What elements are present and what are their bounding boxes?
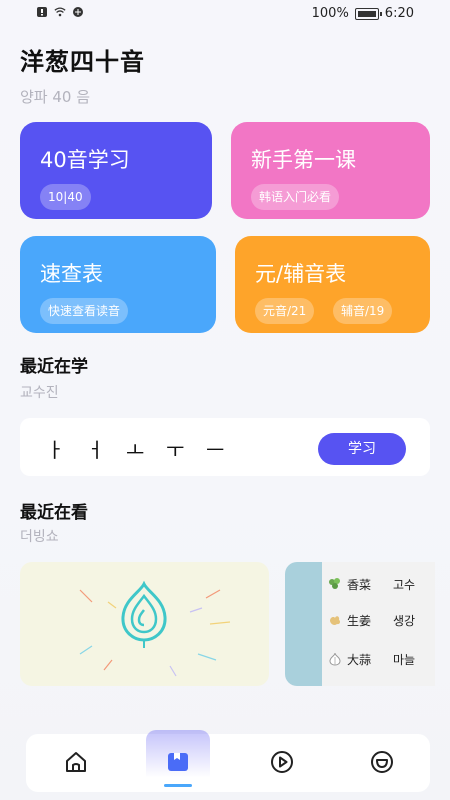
vocab-row: 大蒜 마늘 xyxy=(327,648,435,670)
card-title: 新手第一课 xyxy=(251,148,356,172)
consonant-count-chip: 辅音/19 xyxy=(333,298,393,324)
card-first-lesson[interactable]: 新手第一课 韩语入门必看 xyxy=(231,122,430,219)
smile-icon[interactable] xyxy=(368,748,396,776)
recent-watch-subtitle: 더빙쇼 xyxy=(20,529,59,545)
card-title: 40音学习 xyxy=(40,148,130,172)
study-button[interactable]: 学习 xyxy=(318,433,406,465)
card-quick-lookup[interactable]: 速查表 快速查看读音 xyxy=(20,236,216,333)
play-icon[interactable] xyxy=(268,748,296,776)
vocab-kr: 생강 xyxy=(393,613,416,628)
glyph: ㅜ xyxy=(166,438,185,462)
coriander-icon xyxy=(329,578,340,589)
vocab-row: 香菜 고수 xyxy=(327,573,435,595)
card-40-sounds[interactable]: 40音学习 10|40 xyxy=(20,122,212,219)
garlic-icon xyxy=(329,652,341,666)
recent-study-title: 最近在学 xyxy=(20,357,88,377)
bottom-tabbar xyxy=(26,730,430,792)
recent-glyphs: ㅏ ㅓ ㅗ ㅜ ㅡ xyxy=(46,434,225,463)
wifi-icon xyxy=(54,7,66,17)
recent-study-subtitle: 교수진 xyxy=(20,385,59,401)
status-right: 100% 6:20 xyxy=(312,6,414,21)
battery-icon xyxy=(354,7,382,20)
ginger-icon xyxy=(330,616,341,625)
vocab-cn: 大蒜 xyxy=(347,652,372,667)
active-tab-indicator xyxy=(164,784,192,787)
vocab-cn: 香菜 xyxy=(347,577,372,592)
vowel-count-chip: 元音/21 xyxy=(255,298,315,324)
page-title: 洋葱四十音 xyxy=(20,48,145,76)
home-icon[interactable] xyxy=(62,748,90,776)
recent-study-card[interactable]: ㅏ ㅓ ㅗ ㅜ ㅡ 学习 xyxy=(20,418,430,476)
battery-percent: 100% xyxy=(311,6,349,21)
glyph: ㅏ xyxy=(46,438,65,462)
progress-chip: 10|40 xyxy=(40,184,91,210)
page-subtitle: 양파 40 음 xyxy=(20,88,91,106)
video-thumbnail[interactable] xyxy=(20,562,269,686)
vocab-card[interactable]: 香菜 고수 生姜 생강 大蒜 마늘 xyxy=(285,562,435,686)
notification-icon xyxy=(37,7,47,17)
book-icon[interactable] xyxy=(164,748,192,776)
clock: 6:20 xyxy=(384,6,414,21)
card-chip: 快速查看读音 xyxy=(40,298,129,324)
status-bar: 100% 6:20 xyxy=(0,0,450,28)
app-notification-icon xyxy=(73,7,83,17)
recent-watch-title: 最近在看 xyxy=(20,503,88,523)
status-left xyxy=(36,6,84,18)
glyph: ㅗ xyxy=(126,438,145,462)
onion-logo-icon xyxy=(79,580,231,677)
vocab-row: 生姜 생강 xyxy=(327,609,435,631)
vocab-kr: 마늘 xyxy=(393,652,416,667)
card-chip: 韩语入门必看 xyxy=(251,184,340,210)
card-vowel-consonant-table[interactable]: 元/辅音表 元音/21 辅音/19 xyxy=(235,236,430,333)
glyph: ㅡ xyxy=(206,438,225,462)
card-title: 速查表 xyxy=(40,262,103,286)
vocab-kr: 고수 xyxy=(393,577,416,592)
glyph: ㅓ xyxy=(86,438,105,462)
vocab-cn: 生姜 xyxy=(347,613,372,628)
card-title: 元/辅音表 xyxy=(255,262,347,286)
